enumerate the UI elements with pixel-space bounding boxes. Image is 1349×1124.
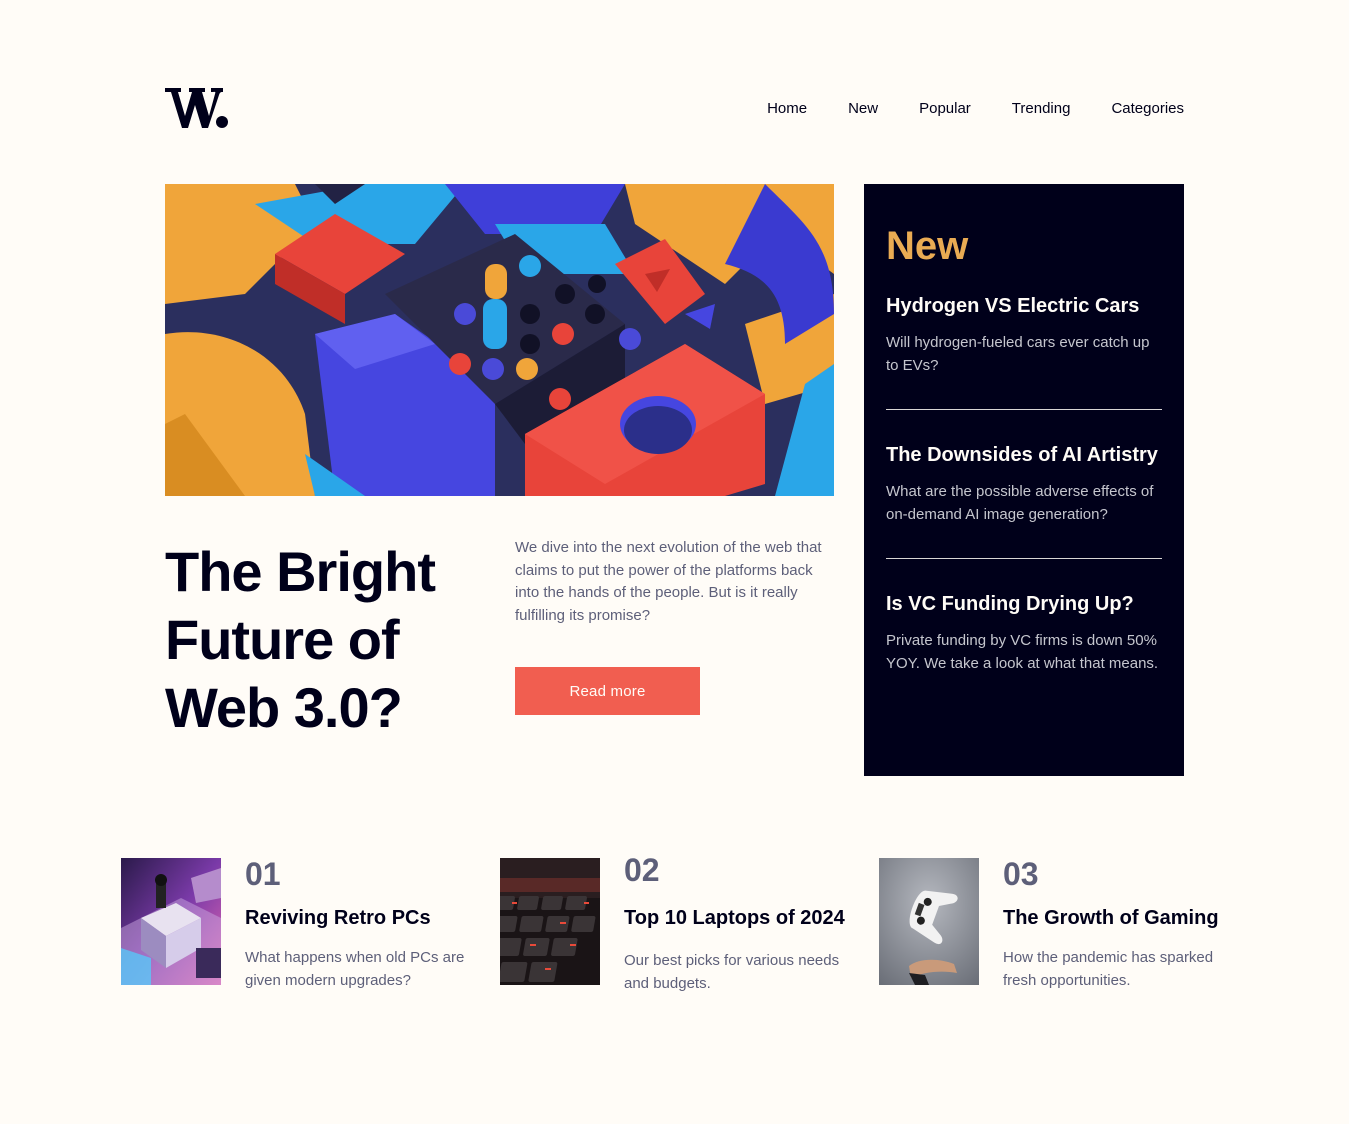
- new-item-title[interactable]: The Downsides of AI Artistry: [886, 443, 1162, 467]
- divider: [886, 558, 1162, 559]
- article-card[interactable]: 02 Top 10 Laptops of 2024 Our best picks…: [500, 854, 860, 998]
- new-item-description: Will hydrogen-fueled cars ever catch up …: [886, 334, 1150, 374]
- new-item[interactable]: Is VC Funding Drying Up? Private funding…: [886, 592, 1162, 675]
- new-panel: New Hydrogen VS Electric Cars Will hydro…: [864, 184, 1184, 776]
- hero-title: The Bright Future of Web 3.0?: [165, 540, 436, 739]
- article-card[interactable]: 01 Reviving Retro PCs What happens when …: [121, 858, 481, 998]
- hero-image: [165, 184, 834, 496]
- main-nav: Home New Popular Trending Categories: [726, 100, 1184, 117]
- card-title[interactable]: Reviving Retro PCs: [245, 906, 431, 930]
- site-logo[interactable]: [165, 86, 229, 130]
- nav-new[interactable]: New: [848, 100, 878, 117]
- card-number: 02: [624, 852, 660, 888]
- new-item[interactable]: Hydrogen VS Electric Cars Will hydrogen-…: [886, 294, 1162, 377]
- hero-description: We dive into the next evolution of the w…: [515, 539, 822, 624]
- card-description: What happens when old PCs are given mode…: [245, 949, 465, 989]
- article-card[interactable]: 03 The Growth of Gaming How the pandemic…: [879, 858, 1239, 998]
- logo-mark: [165, 88, 228, 128]
- card-description: Our best picks for various needs and bud…: [624, 952, 840, 992]
- new-item[interactable]: The Downsides of AI Artistry What are th…: [886, 443, 1162, 526]
- nav-home[interactable]: Home: [767, 100, 807, 117]
- new-item-title[interactable]: Hydrogen VS Electric Cars: [886, 294, 1162, 318]
- gaming-controller-thumbnail[interactable]: [879, 858, 979, 985]
- new-heading: New: [886, 224, 969, 268]
- card-title[interactable]: Top 10 Laptops of 2024: [624, 906, 845, 930]
- nav-popular[interactable]: Popular: [919, 100, 971, 117]
- laptop-keyboard-thumbnail[interactable]: [500, 858, 600, 985]
- divider: [886, 409, 1162, 410]
- card-title[interactable]: The Growth of Gaming: [1003, 906, 1219, 930]
- card-description: How the pandemic has sparked fresh oppor…: [1003, 949, 1214, 989]
- new-item-title[interactable]: Is VC Funding Drying Up?: [886, 592, 1162, 616]
- card-number: 03: [1003, 856, 1039, 892]
- nav-categories[interactable]: Categories: [1111, 100, 1184, 117]
- card-number: 01: [245, 856, 281, 892]
- nav-trending[interactable]: Trending: [1012, 100, 1071, 117]
- retro-pc-thumbnail[interactable]: [121, 858, 221, 985]
- read-more-button[interactable]: Read more: [515, 667, 700, 715]
- new-item-description: Private funding by VC firms is down 50% …: [886, 632, 1159, 672]
- new-item-description: What are the possible adverse effects of…: [886, 483, 1154, 523]
